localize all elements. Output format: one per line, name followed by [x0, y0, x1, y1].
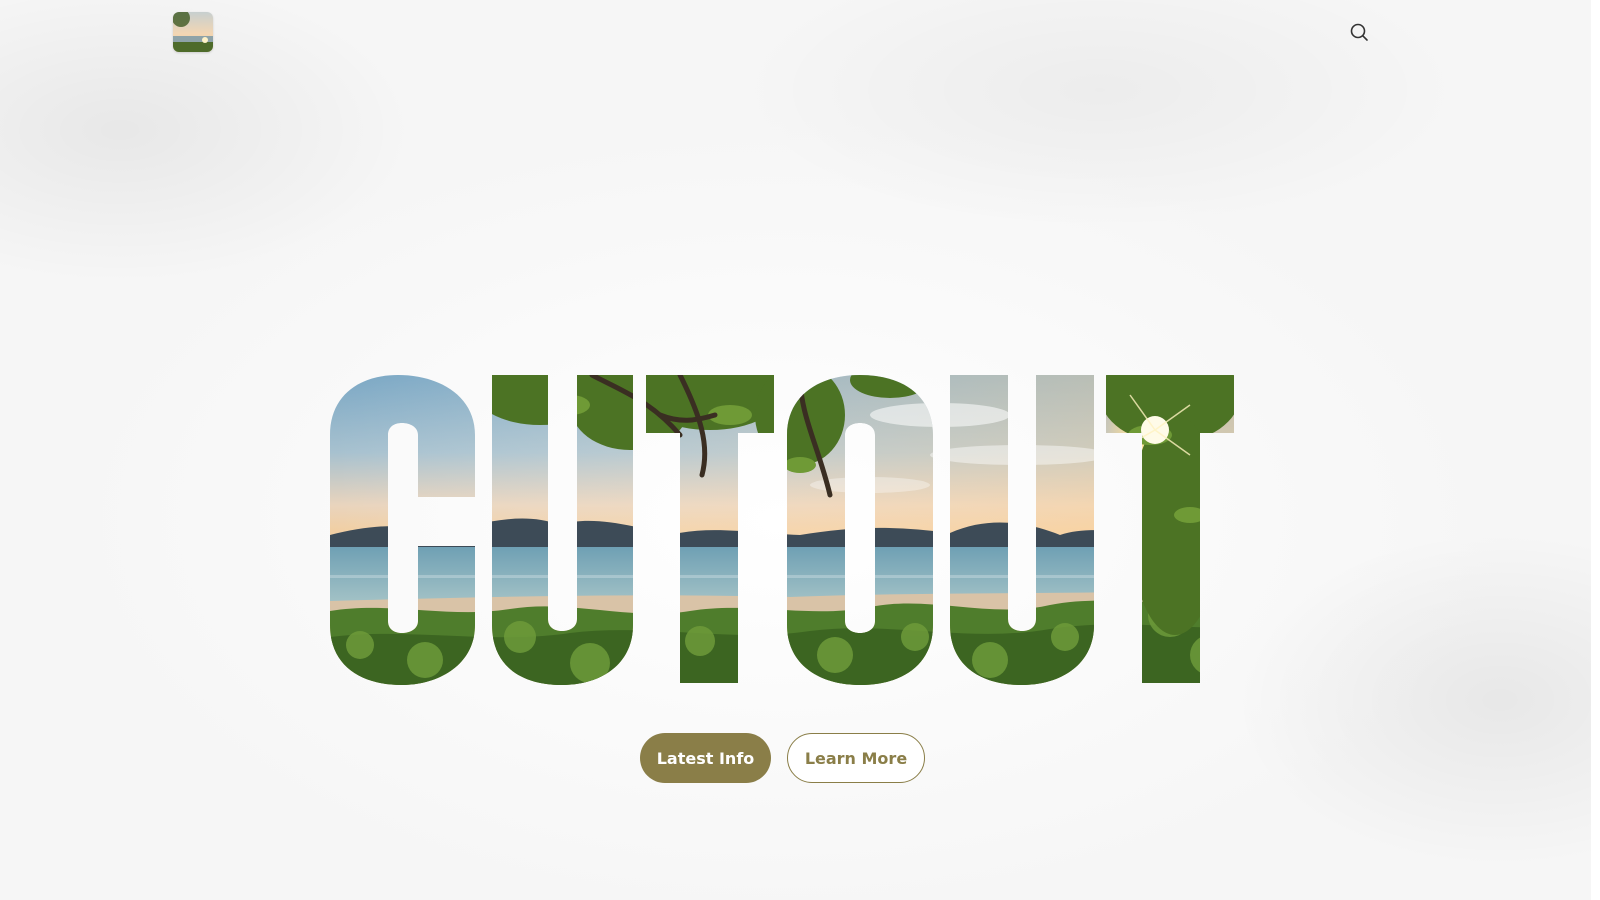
- logo-image: [173, 12, 213, 52]
- logo-icon[interactable]: [173, 12, 213, 52]
- hero-cutout-headline: [330, 375, 1254, 685]
- hero-actions: Latest Info Learn More: [640, 733, 925, 783]
- learn-more-button[interactable]: Learn More: [787, 733, 925, 783]
- top-navigation-bar: [0, 0, 1591, 64]
- page-edge-strip: [1591, 0, 1600, 900]
- search-icon[interactable]: [1348, 21, 1370, 43]
- cutout-text-image: [330, 375, 1234, 685]
- latest-info-button[interactable]: Latest Info: [640, 733, 771, 783]
